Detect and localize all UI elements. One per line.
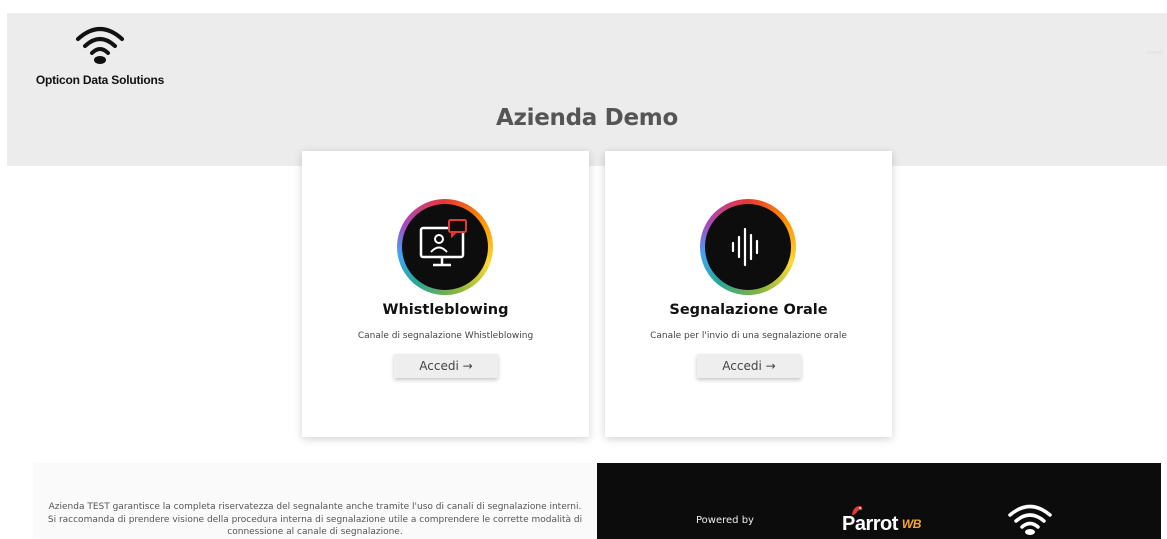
page-header: Opticon Data Solutions Azienda Demo: [7, 13, 1167, 166]
wifi-icon: [1008, 504, 1052, 535]
powered-by-label: Powered by: [696, 515, 754, 526]
page-title: Azienda Demo: [496, 105, 678, 131]
company-logo[interactable]: Opticon Data Solutions: [35, 23, 165, 87]
footer-disclaimer: Azienda TEST garantisce la completa rise…: [47, 502, 583, 537]
card-description: Canale per l'invio di una segnalazione o…: [650, 331, 847, 341]
parrot-wb-logo[interactable]: Parrot WB: [842, 506, 922, 537]
computer-user-chat-icon: [397, 199, 493, 295]
header-menu-hint: [1147, 51, 1163, 54]
card-title: Segnalazione Orale: [669, 302, 828, 318]
card-description: Canale di segnalazione Whistleblowing: [357, 331, 534, 341]
segnalazione-orale-card: Segnalazione Orale Canale per l'invio di…: [605, 151, 892, 437]
sound-wave-icon: [700, 199, 796, 295]
top-strip: [0, 0, 1167, 13]
whistleblowing-card: Whistleblowing Canale di segnalazione Wh…: [302, 151, 589, 437]
accedi-segnalazione-orale-button[interactable]: Accedi →: [697, 354, 801, 378]
logo-text: Opticon Data Solutions: [35, 73, 165, 87]
accedi-whistleblowing-button[interactable]: Accedi →: [394, 354, 498, 378]
card-title: Whistleblowing: [382, 302, 509, 318]
parrot-bird-icon: [852, 506, 863, 515]
footer-brand-panel: Powered by Parrot WB: [597, 463, 1161, 539]
parrot-wb-text: WB: [901, 517, 922, 531]
footer-disclaimer-panel: Azienda TEST garantisce la completa rise…: [33, 463, 597, 539]
wifi-icon: [76, 27, 124, 64]
